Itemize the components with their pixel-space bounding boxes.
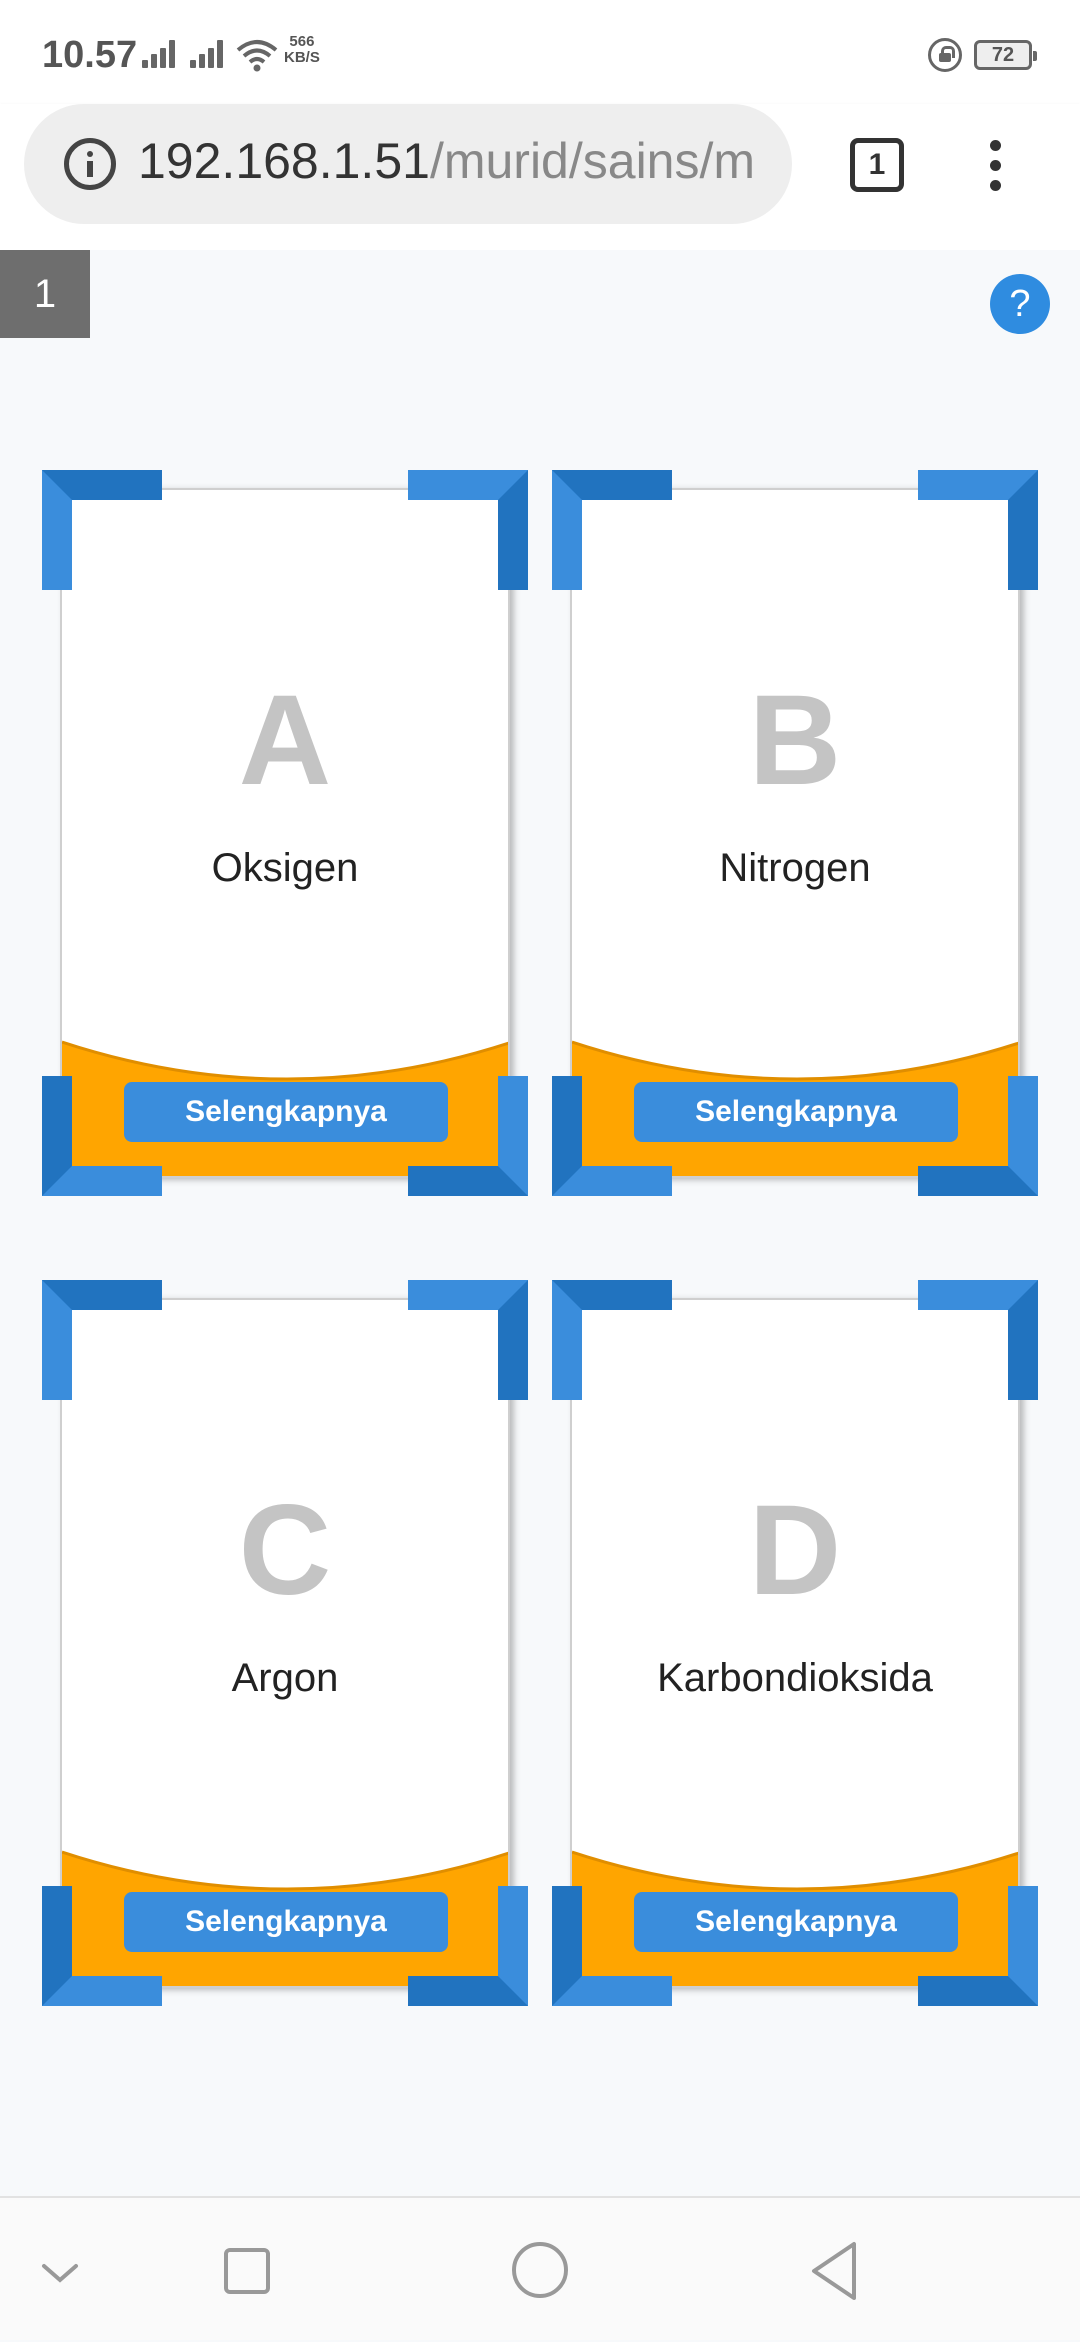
card-body: B Nitrogen Selengkapnya [570,488,1020,1178]
corner-top-right [408,1280,528,1400]
option-answer: Oksigen [211,846,359,890]
url-host: 192.168.1.51 [138,133,430,189]
corner-bottom-right [408,1886,528,2006]
network-speed: 566 KB/S [284,34,320,66]
option-answer: Argon [231,1656,339,1700]
rotation-lock-icon [928,38,962,72]
network-speed-value: 566 [289,33,315,50]
card-body: D Karbondioksida Selengkapnya [570,1298,1020,1988]
back-icon[interactable] [800,2198,870,2342]
signal-icon [190,40,230,68]
option-letter: A [238,669,332,812]
option-answer: Karbondioksida [657,1656,933,1700]
network-speed-unit: KB/S [284,49,320,66]
battery-icon: 72 [974,40,1037,70]
wifi-icon [236,40,278,72]
more-button[interactable]: Selengkapnya [634,1082,958,1142]
more-button[interactable]: Selengkapnya [124,1892,448,1952]
url-text[interactable]: 192.168.1.51/murid/sains/m [138,132,755,190]
option-card-a[interactable]: A Oksigen Selengkapnya [42,470,528,1196]
signal-icon [142,40,182,68]
tab-count: 1 [868,148,886,181]
more-button[interactable]: Selengkapnya [634,1892,958,1952]
url-path: /murid/sains/m [429,133,756,189]
corner-bottom-right [918,1076,1038,1196]
corner-top-right [408,470,528,590]
option-letter: B [748,669,842,812]
card-body: A Oksigen Selengkapnya [60,488,510,1178]
browser-toolbar: 192.168.1.51/murid/sains/m 1 [0,104,1080,250]
home-icon[interactable] [505,2198,575,2342]
card-body: C Argon Selengkapnya [60,1298,510,1988]
option-letter: C [238,1479,332,1622]
corner-top-left [552,470,672,590]
info-icon[interactable] [64,138,116,190]
corner-bottom-right [408,1076,528,1196]
recents-icon[interactable] [212,2198,282,2342]
tabs-icon[interactable]: 1 [850,138,904,192]
option-card-c[interactable]: C Argon Selengkapnya [42,1280,528,2006]
corner-top-left [552,1280,672,1400]
option-answer: Nitrogen [719,846,871,890]
corner-bottom-left [552,1076,672,1196]
system-nav-bar [0,2196,1080,2340]
corner-bottom-right [918,1886,1038,2006]
option-letter: D [748,1479,842,1622]
question-number: 1 [0,250,90,338]
status-time: 10.57 [42,34,138,76]
status-bar: 10.57 566 KB/S 72 [0,0,1080,104]
corner-bottom-left [42,1076,162,1196]
corner-top-left [42,1280,162,1400]
option-card-d[interactable]: D Karbondioksida Selengkapnya [552,1280,1038,2006]
overflow-menu-icon[interactable] [988,140,1002,192]
corner-bottom-left [42,1886,162,2006]
corner-top-right [918,470,1038,590]
collapse-icon[interactable] [30,2198,90,2342]
corner-top-left [42,470,162,590]
quiz-page: 1 ? A Oksigen Selengkapnya B Nitrogen Se… [0,250,1080,2196]
battery-level: 72 [991,44,1015,66]
help-button[interactable]: ? [990,274,1050,334]
option-card-b[interactable]: B Nitrogen Selengkapnya [552,470,1038,1196]
address-bar[interactable]: 192.168.1.51/murid/sains/m [24,104,792,224]
corner-bottom-left [552,1886,672,2006]
corner-top-right [918,1280,1038,1400]
more-button[interactable]: Selengkapnya [124,1082,448,1142]
